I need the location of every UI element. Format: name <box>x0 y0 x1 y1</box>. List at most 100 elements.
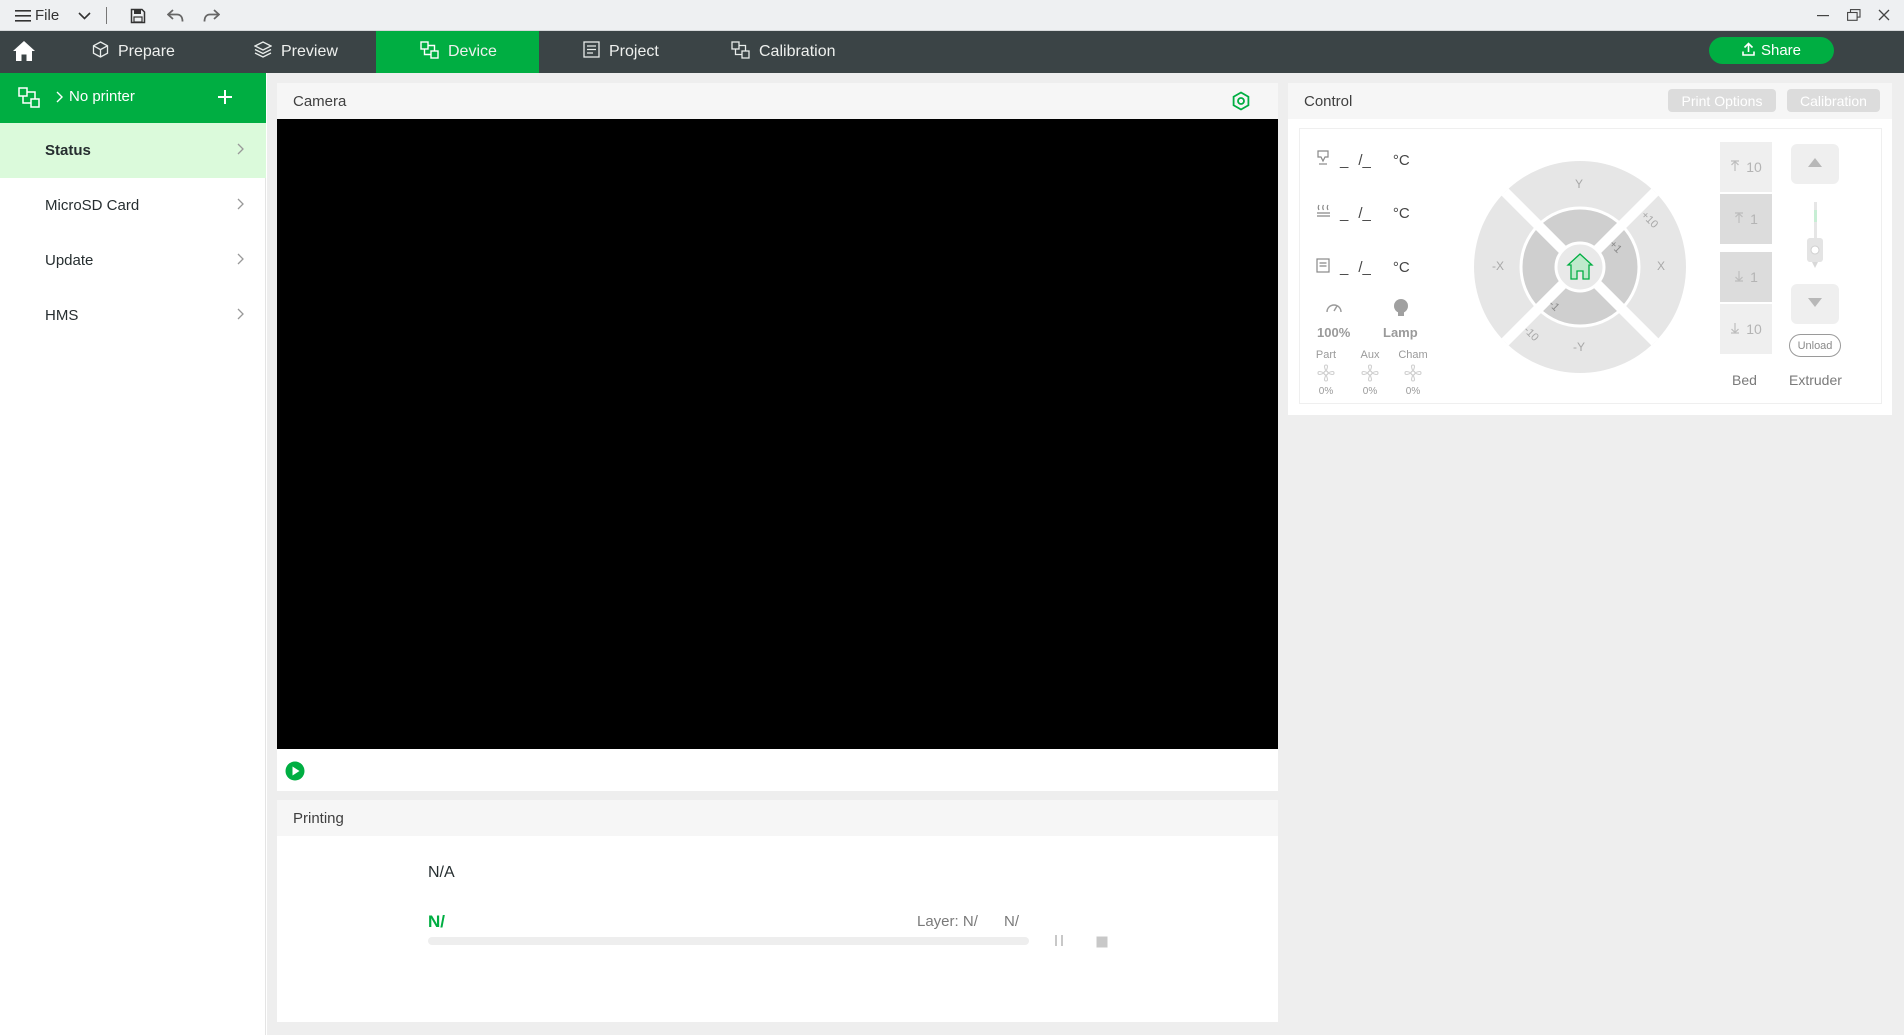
toolbar-divider <box>106 7 107 24</box>
tab-preview[interactable]: Preview <box>210 31 376 73</box>
nozzle-temp-unit: °C <box>1392 151 1410 169</box>
tab-project[interactable]: Project <box>539 31 702 73</box>
sidebar: No printer Status MicroSD Card Update HM… <box>0 73 266 1035</box>
upload-icon <box>1742 41 1755 60</box>
extrude-down-button[interactable] <box>1791 284 1839 324</box>
bed-temp-target: /_ <box>1358 204 1371 222</box>
camera-view[interactable] <box>277 119 1278 749</box>
layers-icon <box>253 41 273 63</box>
chamber-temp-value: _ <box>1340 259 1349 276</box>
speed-icon[interactable] <box>1325 300 1343 319</box>
tab-calibration[interactable]: Calibration <box>687 31 877 73</box>
tab-device[interactable]: Device <box>376 31 539 73</box>
jog-y-minus[interactable]: -Y <box>1573 340 1585 354</box>
file-menu[interactable]: File <box>35 6 59 25</box>
sidebar-item-label: MicroSD Card <box>45 197 140 214</box>
chevron-right-icon <box>237 197 244 214</box>
progress-bar <box>428 937 1029 945</box>
print-options-button[interactable]: Print Options <box>1668 89 1776 112</box>
sidebar-item-label: Update <box>45 252 94 269</box>
bed-down-10-button[interactable]: 10 <box>1720 304 1772 354</box>
add-printer-icon[interactable] <box>217 89 233 109</box>
undo-icon[interactable] <box>166 7 184 25</box>
sidebar-item-microsd-card[interactable]: MicroSD Card <box>0 178 266 233</box>
close-icon[interactable] <box>1877 8 1891 22</box>
camera-panel: Camera <box>277 83 1278 791</box>
minimize-icon[interactable] <box>1816 8 1830 22</box>
share-button[interactable]: Share <box>1709 37 1834 64</box>
part-fan-value: 0% <box>1318 386 1334 397</box>
arrow-up-icon <box>1730 159 1740 175</box>
nozzle-temp-target: /_ <box>1358 151 1371 169</box>
chamber-fan-value: 0% <box>1405 386 1421 397</box>
fan-icon[interactable] <box>1404 364 1422 387</box>
camera-header: Camera <box>277 83 1278 119</box>
calibration-icon <box>731 40 750 64</box>
lamp-icon[interactable] <box>1391 298 1411 323</box>
arrow-up-icon <box>1734 211 1744 227</box>
extrude-up-button[interactable] <box>1791 144 1839 184</box>
pause-icon[interactable] <box>1053 934 1065 952</box>
chamber-temp-unit: °C <box>1392 259 1410 276</box>
printer-device-icon <box>18 87 40 112</box>
restore-icon[interactable] <box>1846 8 1862 22</box>
printing-title: Printing <box>293 809 344 827</box>
camera-title: Camera <box>293 92 347 110</box>
device-icon <box>420 40 439 64</box>
speed-value: 100% <box>1317 325 1351 340</box>
chevron-right-icon <box>237 142 244 159</box>
home-icon[interactable] <box>12 40 36 64</box>
stop-icon[interactable] <box>1096 935 1108 953</box>
cube-icon <box>92 41 109 63</box>
chamber-fan-label: Cham <box>1398 349 1428 361</box>
sidebar-item-status[interactable]: Status <box>0 123 266 178</box>
unload-button[interactable]: Unload <box>1789 334 1841 357</box>
printer-selector[interactable]: No printer <box>0 73 266 123</box>
bed-down-1-button[interactable]: 1 <box>1720 252 1772 302</box>
chevron-right-icon <box>56 90 63 107</box>
jog-y-plus[interactable]: Y <box>1575 177 1583 191</box>
bed-step-label: 10 <box>1746 159 1762 175</box>
chevron-right-icon <box>237 307 244 324</box>
sidebar-item-update[interactable]: Update <box>0 233 266 288</box>
bed-temp-unit: °C <box>1392 204 1410 222</box>
chevron-right-icon <box>237 252 244 269</box>
bed-up-1-button[interactable]: 1 <box>1720 194 1772 244</box>
chamber-temp[interactable]: _ /_ °C <box>1316 258 1410 277</box>
nozzle-temp[interactable]: _ /_ °C <box>1316 150 1410 170</box>
control-title: Control <box>1304 92 1353 110</box>
tab-preview-label: Preview <box>281 43 338 60</box>
extruder-label: Extruder <box>1789 372 1842 388</box>
jog-x-plus[interactable]: X <box>1657 259 1665 273</box>
calibration-button[interactable]: Calibration <box>1787 89 1880 112</box>
play-icon[interactable] <box>285 761 305 786</box>
printing-header: Printing <box>277 800 1278 836</box>
task-name: N/A <box>428 864 455 881</box>
aux-fan-label: Aux <box>1360 349 1380 361</box>
chevron-down-icon[interactable] <box>76 8 92 24</box>
tab-prepare-label: Prepare <box>118 43 175 60</box>
chamber-temp-target: /_ <box>1358 259 1371 276</box>
fan-icon[interactable] <box>1361 364 1379 387</box>
top-navigation: Prepare Preview Device Project Calibrati… <box>0 31 1904 73</box>
fan-icon[interactable] <box>1317 364 1335 387</box>
sidebar-item-hms[interactable]: HMS <box>0 288 266 343</box>
redo-icon[interactable] <box>202 7 220 25</box>
tab-prepare[interactable]: Prepare <box>48 31 216 73</box>
bed-up-10-button[interactable]: 10 <box>1720 142 1772 192</box>
tab-calibration-label: Calibration <box>759 43 836 60</box>
tab-device-label: Device <box>448 43 497 60</box>
bed-temp[interactable]: _ /_ °C <box>1316 204 1410 222</box>
camera-settings-icon[interactable] <box>1231 91 1251 116</box>
layer-label: Layer: N/ <box>917 913 978 930</box>
chamber-icon <box>1316 258 1332 277</box>
project-icon <box>583 41 600 63</box>
save-icon[interactable] <box>129 7 147 25</box>
triangle-up-icon <box>1807 155 1823 173</box>
title-bar: File <box>0 0 1904 31</box>
extruder-icon <box>1803 200 1827 277</box>
layer-total: N/ <box>1004 913 1019 930</box>
jog-x-minus[interactable]: -X <box>1492 259 1504 273</box>
menu-icon[interactable] <box>14 7 32 24</box>
lamp-label: Lamp <box>1383 325 1418 340</box>
